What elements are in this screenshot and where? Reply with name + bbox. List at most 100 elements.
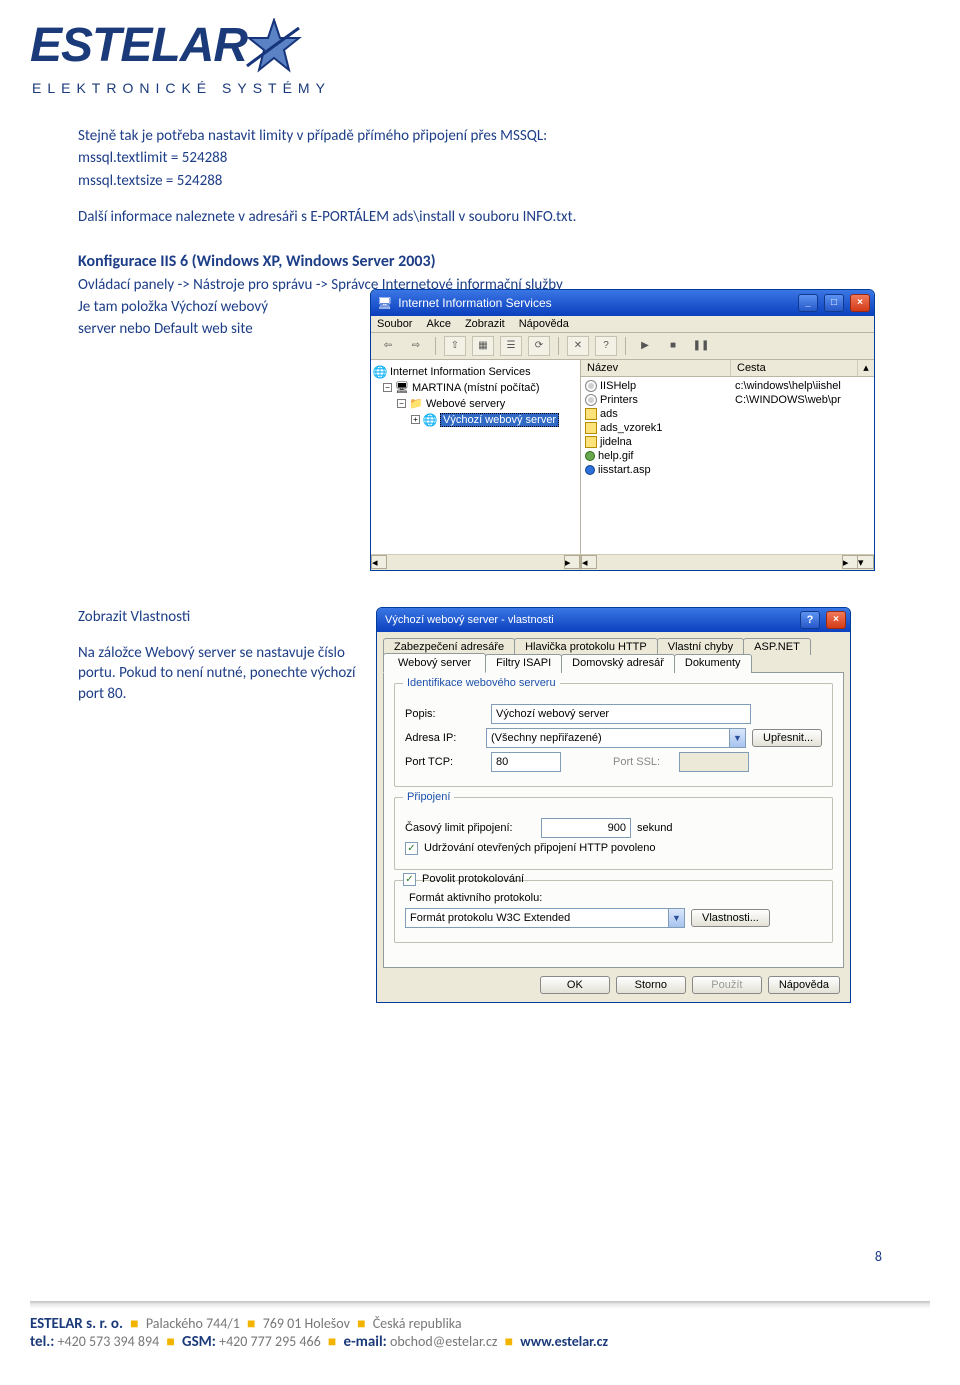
window-titlebar[interactable]: 🖥 Internet Information Services _ □ × (371, 290, 874, 316)
menu-bar[interactable]: Soubor Akce Zobrazit Nápověda (371, 316, 874, 333)
list-item[interactable]: PrintersC:\WINDOWS\web\pr (585, 393, 870, 407)
ok-button[interactable]: OK (540, 976, 610, 994)
list-item[interactable]: help.gif (585, 449, 870, 463)
paragraph: Je tam položka Výchozí webový (78, 297, 358, 317)
tab[interactable]: Hlavička protokolu HTTP (514, 638, 658, 655)
refresh-button[interactable]: ⟳ (528, 336, 550, 356)
scroll-left-button[interactable]: ◂ (581, 555, 597, 569)
list-item[interactable]: IISHelpc:\windows\help\iishel (585, 379, 870, 393)
help-button[interactable]: Nápověda (768, 976, 840, 994)
delete-button[interactable]: ✕ (567, 336, 589, 356)
collapse-toggle[interactable]: − (383, 383, 392, 392)
tree-node[interactable]: Webové servery (426, 398, 505, 410)
star-icon (245, 18, 303, 76)
tab-active[interactable]: Webový server (383, 653, 486, 673)
label-port-ssl: Port SSL: (613, 756, 673, 768)
checkbox-logging[interactable]: ✓ (403, 873, 416, 886)
paragraph: Na záložce Webový server se nastavuje čí… (78, 643, 358, 704)
footer-addr1: Palackého 744/1 (146, 1315, 240, 1332)
paragraph: Zobrazit Vlastnosti (78, 607, 358, 627)
show-hide-button[interactable]: ▦ (472, 336, 494, 356)
scroll-left-button[interactable]: ◂ (371, 555, 387, 569)
footer-web: www.estelar.cz (520, 1333, 608, 1350)
tab[interactable]: Filtry ISAPI (485, 654, 562, 673)
combo-log-format[interactable] (405, 908, 685, 928)
dialog-close-button[interactable]: × (826, 611, 846, 629)
dialog-help-button[interactable]: ? (800, 611, 820, 629)
menu-view[interactable]: Zobrazit (465, 318, 505, 330)
scroll-down-button[interactable]: ▾ (858, 555, 874, 569)
tab[interactable]: ASP.NET (743, 638, 811, 655)
tab[interactable]: Dokumenty (674, 654, 752, 673)
checkbox-keepalive[interactable]: ✓ (405, 842, 418, 855)
maximize-button[interactable]: □ (824, 294, 844, 312)
back-button[interactable]: ⇦ (377, 336, 399, 356)
column-path[interactable]: Cesta (731, 360, 858, 376)
list-item[interactable]: ads (585, 407, 870, 421)
label-format: Formát aktivního protokolu: (409, 892, 822, 904)
upresnit-button[interactable]: Upřesnit... (752, 729, 822, 747)
column-name[interactable]: Název (581, 360, 731, 376)
expand-toggle[interactable]: + (411, 415, 420, 424)
group-legend: Identifikace webového serveru (403, 677, 560, 689)
close-button[interactable]: × (850, 294, 870, 312)
list-rows[interactable]: IISHelpc:\windows\help\iishelPrintersC:\… (581, 377, 874, 554)
menu-help[interactable]: Nápověda (519, 318, 569, 330)
label-popis: Popis: (405, 708, 485, 720)
footer-addr3: Česká republika (373, 1315, 462, 1332)
minimize-button[interactable]: _ (798, 294, 818, 312)
properties-button[interactable]: ☰ (500, 336, 522, 356)
separator-icon: ■ (130, 1315, 138, 1332)
separator-icon: ■ (328, 1333, 336, 1350)
separator-icon: ■ (247, 1315, 255, 1332)
dropdown-arrow-icon[interactable]: ▼ (668, 909, 684, 927)
help-button[interactable]: ? (595, 336, 617, 356)
dialog-titlebar[interactable]: Výchozí webový server - vlastnosti ? × (377, 608, 850, 632)
input-port-ssl (679, 752, 749, 772)
menu-action[interactable]: Akce (426, 318, 450, 330)
footer-tel: +420 573 394 894 (58, 1333, 160, 1350)
globe-icon (423, 413, 437, 427)
dropdown-arrow-icon[interactable]: ▼ (729, 729, 745, 747)
scroll-up-button[interactable]: ▴ (858, 360, 874, 376)
list-item[interactable]: ads_vzorek1 (585, 421, 870, 435)
cancel-button[interactable]: Storno (616, 976, 686, 994)
input-port-tcp[interactable] (491, 752, 561, 772)
combo-ip[interactable] (486, 728, 746, 748)
scroll-right-button[interactable]: ▸ (564, 555, 580, 569)
log-properties-button[interactable]: Vlastnosti... (691, 909, 770, 927)
collapse-toggle[interactable]: − (397, 399, 406, 408)
tree-pane[interactable]: Internet Information Services −MARTINA (… (371, 360, 581, 570)
play-button[interactable]: ▶ (634, 336, 656, 356)
dialog-title: Výchozí webový server - vlastnosti (385, 614, 554, 626)
list-item[interactable]: iisstart.asp (585, 463, 870, 477)
gear-icon (585, 394, 597, 406)
stop-button[interactable]: ■ (662, 336, 684, 356)
tab[interactable]: Domovský adresář (561, 654, 675, 673)
pause-button[interactable]: ❚❚ (690, 336, 712, 356)
page-header: ESTELAR ELEKTRONICKÉ SYSTÉMY (0, 0, 960, 96)
list-item[interactable]: jidelna (585, 435, 870, 449)
menu-file[interactable]: Soubor (377, 318, 412, 330)
tree-node[interactable]: MARTINA (místní počítač) (412, 382, 540, 394)
input-popis[interactable] (491, 704, 751, 724)
section-heading: Konfigurace IIS 6 (Windows XP, Windows S… (78, 251, 882, 273)
folder-icon (585, 436, 597, 448)
scroll-right-button[interactable]: ▸ (842, 555, 858, 569)
tree-node-selected[interactable]: Výchozí webový server (440, 413, 559, 427)
window-title: Internet Information Services (398, 296, 551, 310)
page-footer: ESTELAR s. r. o. ■ Palackého 744/1 ■ 769… (30, 1301, 930, 1351)
input-timeout[interactable] (541, 818, 631, 838)
tree-node[interactable]: Internet Information Services (390, 366, 531, 378)
up-button[interactable]: ⇧ (444, 336, 466, 356)
brand-logo: ESTELAR (30, 22, 960, 76)
tab[interactable]: Vlastní chyby (657, 638, 744, 655)
folder-icon (585, 408, 597, 420)
toolbar: ⇦ ⇨ ⇧ ▦ ☰ ⟳ ✕ ? ▶ ■ ❚❚ (371, 333, 874, 360)
forward-button[interactable]: ⇨ (405, 336, 427, 356)
globe-icon (373, 365, 387, 379)
column-headers[interactable]: Název Cesta ▴ (581, 360, 874, 377)
page-number: 8 (875, 1248, 882, 1265)
document-body: Stejně tak je potřeba nastavit limity v … (0, 96, 960, 1003)
label-keepalive: Udržování otevřených připojení HTTP povo… (424, 842, 656, 854)
